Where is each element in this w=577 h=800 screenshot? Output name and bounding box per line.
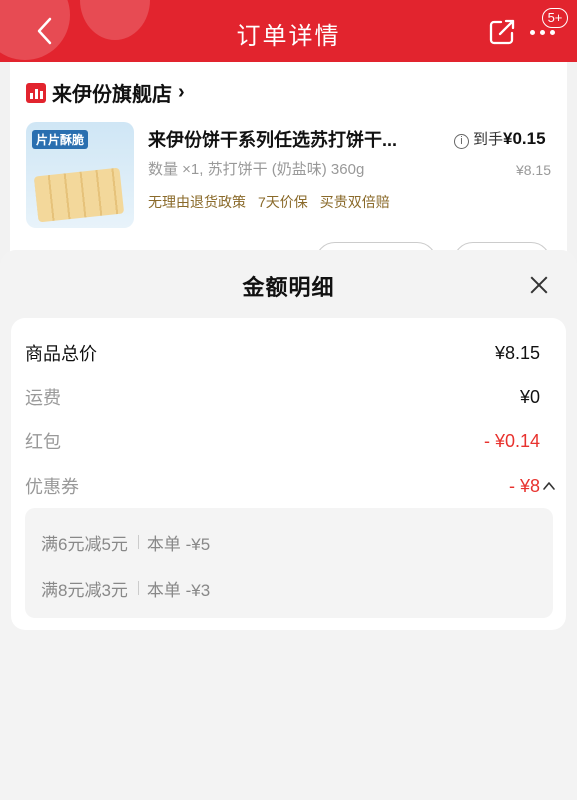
close-button[interactable] xyxy=(524,270,554,300)
coupon-item: 满6元减5元 本单 -¥5 xyxy=(41,529,210,555)
line-item-shipping: 运费 ¥0 xyxy=(25,382,540,412)
coupon-name: 满8元减3元 xyxy=(41,580,128,600)
coupon-detail: 本单 -¥5 xyxy=(146,534,211,554)
coupon-breakdown: 满6元减5元 本单 -¥5 满8元减3元 本单 -¥3 xyxy=(25,508,553,618)
line-value: ¥0 xyxy=(519,386,540,407)
coupon-detail: 本单 -¥3 xyxy=(146,580,211,600)
line-label: 商品总价 xyxy=(25,344,97,364)
line-label: 运费 xyxy=(25,388,61,408)
line-item-coupon[interactable]: 优惠券 - ¥8 xyxy=(25,471,540,501)
divider xyxy=(137,581,139,595)
coupon-name: 满6元减5元 xyxy=(41,534,128,554)
chevron-up-icon[interactable] xyxy=(542,479,556,493)
line-item-subtotal: 商品总价 ¥8.15 xyxy=(25,338,540,368)
line-label: 优惠券 xyxy=(25,477,79,497)
line-value: ¥8.15 xyxy=(494,342,540,363)
amount-detail-sheet: 金额明细 商品总价 ¥8.15 运费 ¥0 红包 - ¥0.14 优惠券 - ¥… xyxy=(0,250,577,800)
line-value: - ¥0.14 xyxy=(483,430,540,451)
divider xyxy=(137,535,139,549)
line-label: 红包 xyxy=(25,432,61,452)
line-value: - ¥8 xyxy=(508,475,540,496)
coupon-item: 满8元减3元 本单 -¥3 xyxy=(41,575,210,601)
amount-detail-card: 商品总价 ¥8.15 运费 ¥0 红包 - ¥0.14 优惠券 - ¥8 满6元… xyxy=(11,318,566,630)
sheet-title: 金额明细 xyxy=(242,275,335,300)
line-item-red-packet: 红包 - ¥0.14 xyxy=(25,426,540,456)
